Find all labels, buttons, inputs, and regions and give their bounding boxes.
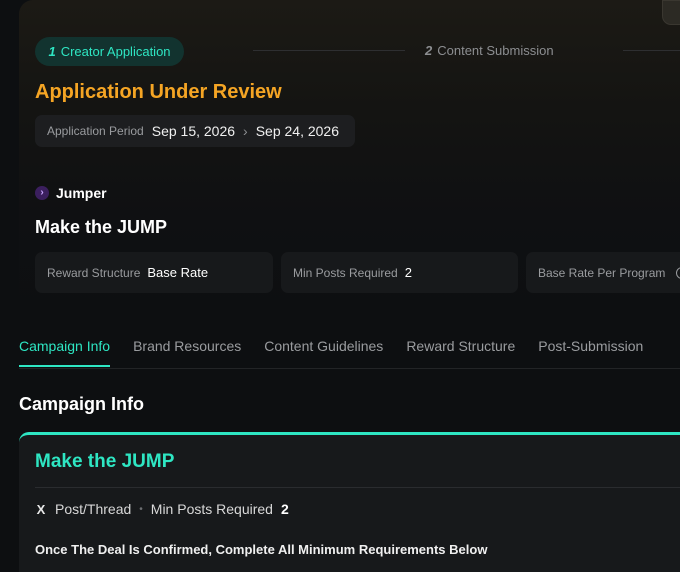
step-connector — [253, 50, 405, 51]
application-period-badge: Application Period Sep 15, 2026 › Sep 24… — [35, 115, 355, 147]
tabs-divider — [19, 368, 680, 369]
step-number: 2 — [425, 43, 433, 58]
platform-row: X Post/Thread • Min Posts Required 2 — [35, 501, 289, 517]
period-start-date: Sep 15, 2026 — [151, 123, 236, 139]
tab-post-submission[interactable]: Post-Submission — [538, 338, 643, 367]
tab-reward-structure[interactable]: Reward Structure — [406, 338, 515, 367]
tab-bar: Campaign Info Brand Resources Content Gu… — [19, 338, 643, 367]
brand-name: Jumper — [56, 185, 107, 201]
stat-min-posts: Min Posts Required 2 — [281, 252, 518, 293]
brand-row[interactable]: › Jumper — [35, 185, 107, 201]
step-label: Content Submission — [437, 43, 554, 58]
brand-logo-icon: › — [35, 186, 49, 200]
application-status-title: Application Under Review — [35, 81, 282, 103]
stat-reward-structure: Reward Structure Base Rate — [35, 252, 273, 293]
requirements-heading: Once The Deal Is Confirmed, Complete All… — [35, 542, 488, 557]
card-divider — [35, 487, 680, 488]
stat-label: Min Posts Required — [293, 265, 398, 280]
card-title: Make the JUMP — [35, 451, 175, 472]
step-creator-application[interactable]: 1 Creator Application — [35, 37, 184, 66]
stat-label: Base Rate Per Program — [538, 265, 666, 280]
stat-value: Base Rate — [147, 265, 209, 280]
x-logo-icon: X — [36, 501, 46, 517]
tab-content-guidelines[interactable]: Content Guidelines — [264, 338, 383, 367]
period-label: Application Period — [47, 124, 144, 138]
tab-campaign-info[interactable]: Campaign Info — [19, 338, 111, 367]
step-content-submission[interactable]: 2 Content Submission — [425, 43, 554, 58]
step-connector — [623, 50, 680, 51]
platform-type: Post/Thread — [55, 501, 132, 517]
tab-brand-resources[interactable]: Brand Resources — [133, 338, 241, 367]
page: 1 Creator Application 2 Content Submissi… — [0, 0, 680, 572]
stat-base-rate-per-program: Base Rate Per Program i — [526, 252, 680, 293]
min-posts-value: 2 — [280, 501, 289, 517]
info-icon[interactable]: i — [676, 266, 680, 279]
separator-dot: • — [139, 503, 143, 515]
corner-button[interactable] — [662, 0, 680, 25]
stat-label: Reward Structure — [47, 265, 141, 280]
period-end-date: Sep 24, 2026 — [255, 123, 339, 139]
stat-value: 2 — [404, 265, 412, 280]
chevron-right-icon: › — [243, 123, 248, 139]
section-title: Campaign Info — [19, 394, 144, 414]
campaign-title: Make the JUMP — [35, 217, 168, 237]
step-number: 1 — [48, 44, 56, 59]
min-posts-label: Min Posts Required — [150, 501, 273, 517]
step-label: Creator Application — [60, 44, 171, 59]
